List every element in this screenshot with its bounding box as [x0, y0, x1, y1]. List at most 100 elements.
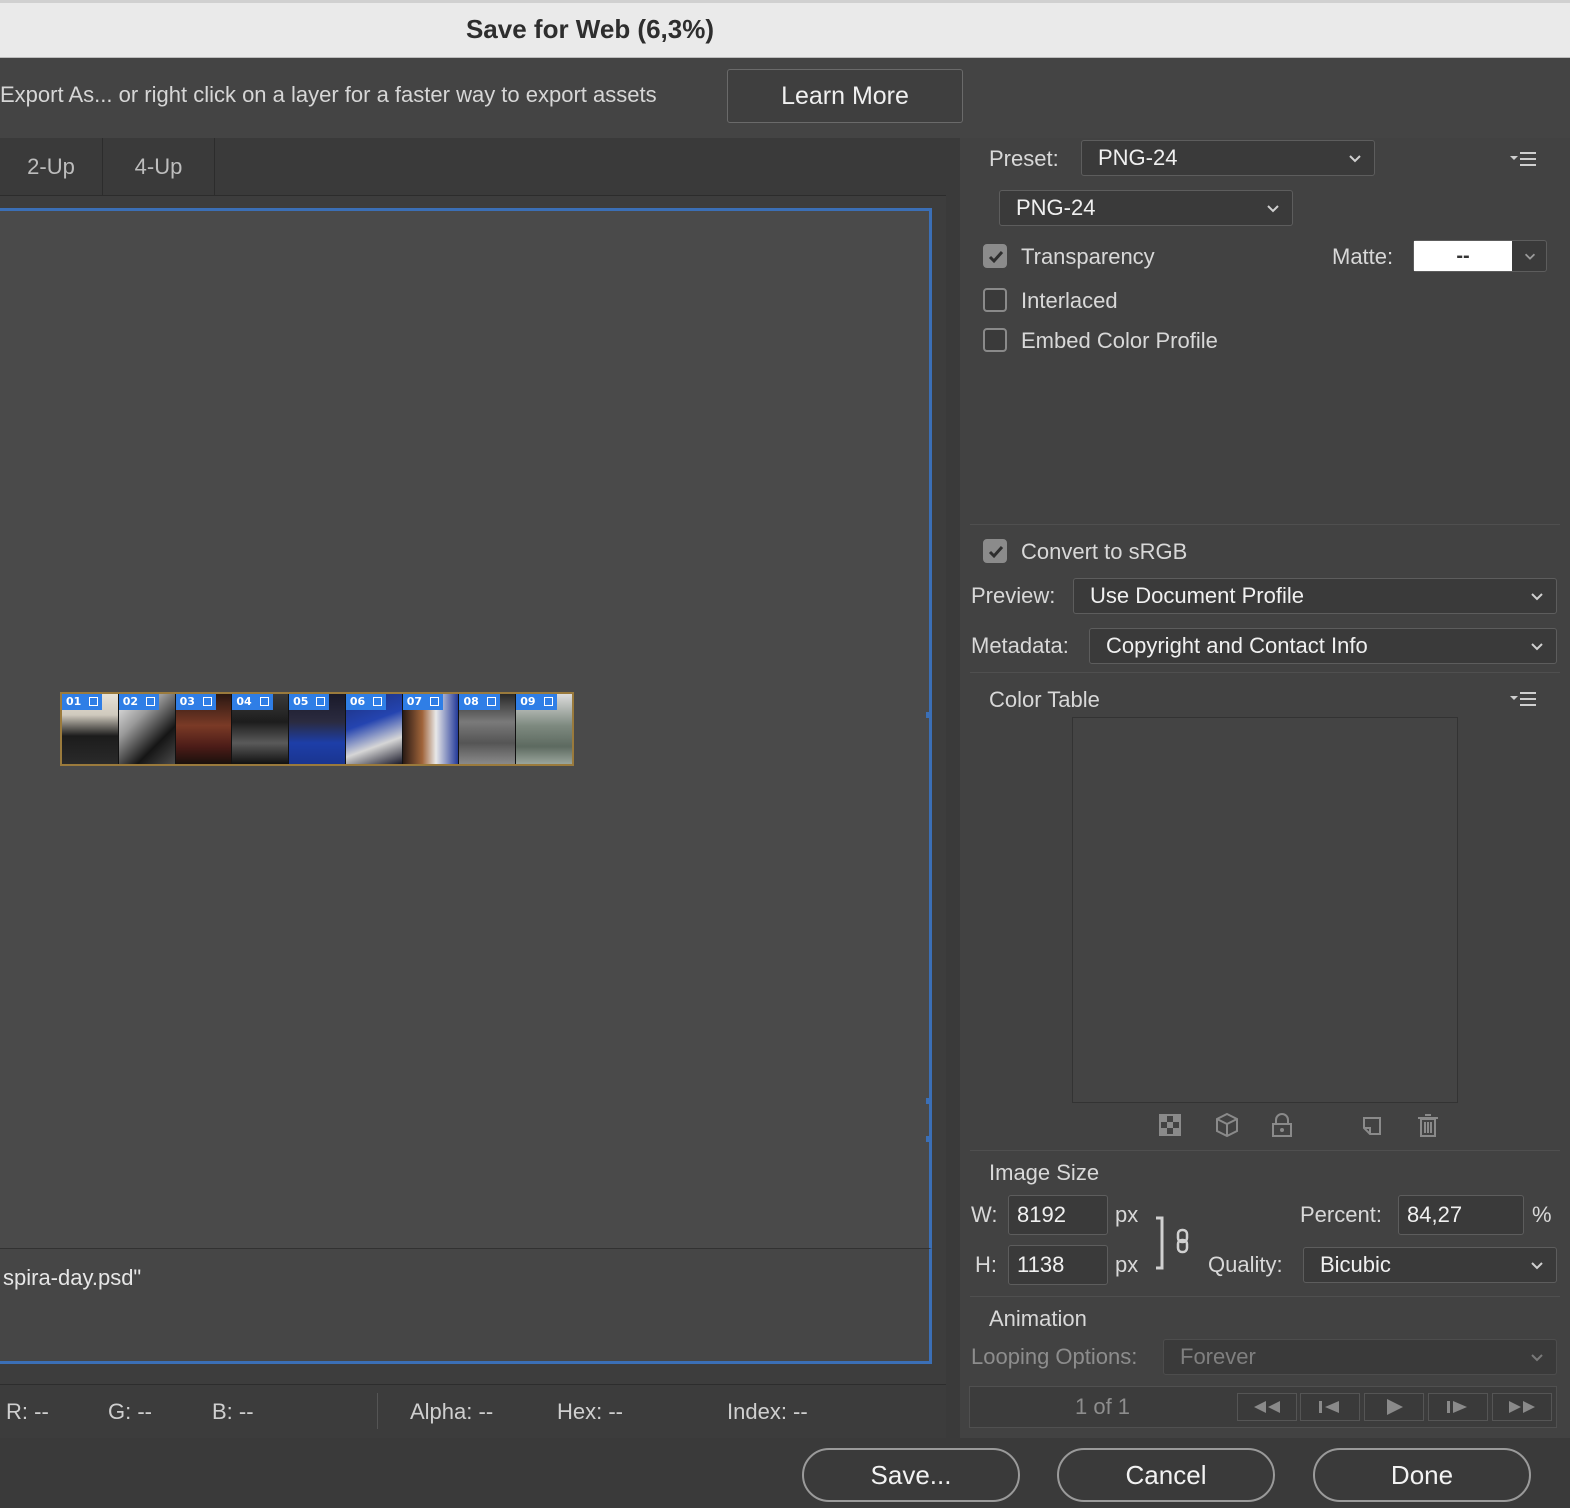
chevron-down-icon — [1531, 593, 1543, 601]
height-unit: px — [1115, 1252, 1139, 1277]
slice-01[interactable]: 01 — [62, 694, 119, 764]
color-table-menu-icon[interactable] — [1508, 690, 1538, 708]
slice-number: 03 — [179, 695, 195, 708]
slice-07[interactable]: 07 — [402, 694, 460, 764]
embed-color-profile-label: Embed Color Profile — [1021, 328, 1218, 353]
slice-04[interactable]: 04 — [232, 694, 290, 764]
view-tabs: 2-Up 4-Up — [0, 138, 946, 196]
image-thumbnail-strip[interactable]: 01 02 03 04 05 06 07 08 09 — [60, 692, 574, 766]
color-status-bar: R: -- G: -- B: -- Alpha: -- Hex: -- Inde… — [0, 1384, 946, 1438]
play-icon — [1387, 1399, 1403, 1415]
quality-value: Bicubic — [1320, 1252, 1391, 1277]
image-preview-frame[interactable] — [0, 208, 932, 1364]
chevron-down-icon — [1267, 205, 1279, 213]
slice-icon — [316, 697, 326, 706]
new-color-icon[interactable] — [1360, 1112, 1384, 1138]
metadata-label: Metadata: — [971, 633, 1069, 658]
slice-06[interactable]: 06 — [345, 694, 403, 764]
map-transparency-icon[interactable] — [1158, 1112, 1182, 1138]
quality-label: Quality: — [1208, 1252, 1283, 1277]
slice-03[interactable]: 03 — [175, 694, 233, 764]
hex-readout: Hex: -- — [557, 1399, 623, 1424]
constrain-proportions-icon[interactable] — [1152, 1216, 1196, 1272]
looping-options-select[interactable]: Forever — [1163, 1339, 1557, 1375]
slice-number: 07 — [406, 695, 422, 708]
embed-color-profile-checkbox[interactable] — [983, 328, 1007, 352]
height-input[interactable]: 1138 — [1008, 1245, 1108, 1285]
color-table[interactable] — [1072, 717, 1458, 1103]
previous-frame-button[interactable] — [1300, 1393, 1360, 1421]
slice-number: 05 — [293, 695, 309, 708]
next-frame-button[interactable] — [1428, 1393, 1488, 1421]
divider — [970, 1150, 1560, 1151]
slice-09[interactable]: 09 — [516, 694, 573, 764]
quality-select[interactable]: Bicubic — [1303, 1247, 1557, 1283]
frame-counter: 1 of 1 — [1075, 1394, 1131, 1419]
slice-02[interactable]: 02 — [118, 694, 176, 764]
tab-2-up[interactable]: 2-Up — [0, 138, 103, 196]
slice-icon — [89, 697, 99, 706]
preset-select[interactable]: PNG-24 — [1081, 140, 1375, 176]
slice-number: 02 — [122, 695, 139, 708]
transparency-checkbox[interactable] — [983, 244, 1007, 268]
last-frame-icon — [1509, 1401, 1535, 1413]
looping-options-label: Looping Options: — [971, 1344, 1138, 1369]
index-readout: Index: -- — [727, 1399, 808, 1424]
panel-menu-icon[interactable] — [1508, 150, 1538, 168]
resize-handle[interactable] — [926, 1098, 932, 1104]
trash-icon[interactable] — [1416, 1112, 1440, 1138]
slice-08[interactable]: 08 — [459, 694, 517, 764]
next-frame-icon — [1447, 1401, 1467, 1413]
chevron-down-icon — [1531, 643, 1543, 651]
ruler-strip — [0, 0, 1570, 3]
color-table-title: Color Table — [989, 687, 1100, 712]
divider — [970, 524, 1560, 525]
divider — [377, 1393, 378, 1429]
preview-value: Use Document Profile — [1090, 583, 1304, 608]
learn-more-button[interactable]: Learn More — [727, 69, 963, 123]
checkmark-icon — [988, 251, 1004, 264]
slice-05[interactable]: 05 — [289, 694, 346, 764]
preset-label: Preset: — [989, 146, 1059, 171]
percent-input[interactable]: 84,27 — [1398, 1195, 1524, 1235]
web-shift-icon[interactable] — [1215, 1112, 1239, 1138]
slice-number: 04 — [236, 695, 252, 708]
slice-icon — [486, 697, 496, 706]
first-frame-icon — [1254, 1401, 1280, 1413]
tab-4-up[interactable]: 4-Up — [103, 138, 215, 196]
matte-select[interactable]: -- — [1413, 240, 1547, 272]
slice-icon — [430, 697, 439, 706]
interlaced-label: Interlaced — [1021, 288, 1118, 313]
interlaced-checkbox[interactable] — [983, 288, 1007, 312]
slice-number: 08 — [463, 695, 479, 708]
last-frame-button[interactable] — [1492, 1393, 1552, 1421]
percent-unit: % — [1532, 1202, 1552, 1227]
slice-icon — [373, 697, 383, 706]
matte-label: Matte: — [1332, 244, 1394, 269]
blue-readout: B: -- — [212, 1399, 254, 1424]
preview-label: Preview: — [971, 583, 1056, 608]
checkmark-icon — [988, 546, 1004, 559]
slice-icon — [259, 697, 269, 706]
title-bar: Save for Web (6,3%) — [0, 0, 1570, 58]
width-input[interactable]: 8192 — [1008, 1195, 1108, 1235]
file-format-select[interactable]: PNG-24 — [999, 190, 1293, 226]
chevron-down-icon — [1531, 1262, 1543, 1270]
matte-value: -- — [1414, 241, 1512, 271]
convert-srgb-checkbox[interactable] — [983, 539, 1007, 563]
lock-color-icon[interactable] — [1270, 1112, 1294, 1138]
metadata-value: Copyright and Contact Info — [1106, 633, 1368, 658]
green-readout: G: -- — [108, 1399, 152, 1424]
done-button[interactable]: Done — [1313, 1448, 1531, 1502]
chevron-down-icon — [1349, 155, 1361, 163]
play-button[interactable] — [1364, 1393, 1424, 1421]
transparency-label: Transparency — [1021, 244, 1155, 269]
first-frame-button[interactable] — [1237, 1393, 1297, 1421]
cancel-button[interactable]: Cancel — [1057, 1448, 1275, 1502]
metadata-select[interactable]: Copyright and Contact Info — [1089, 628, 1557, 664]
resize-handle[interactable] — [926, 1136, 932, 1142]
width-label: W: — [971, 1202, 998, 1227]
resize-handle[interactable] — [926, 712, 932, 718]
preview-select[interactable]: Use Document Profile — [1073, 578, 1557, 614]
save-button[interactable]: Save... — [802, 1448, 1020, 1502]
